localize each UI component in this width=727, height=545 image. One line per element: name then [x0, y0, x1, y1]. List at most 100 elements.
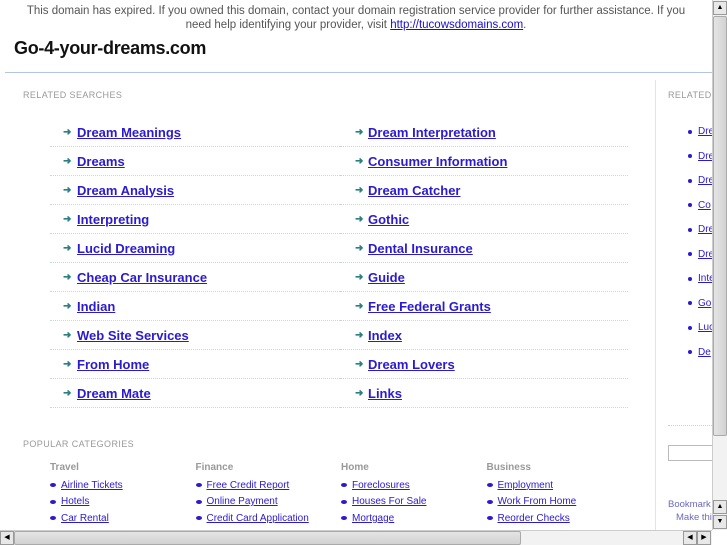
- related-search-item[interactable]: ➜ Links: [340, 379, 628, 408]
- related-search-item[interactable]: ➜ Dream Interpretation: [340, 118, 628, 147]
- related-search-item[interactable]: ➜ Lucid Dreaming: [50, 234, 340, 263]
- category-link[interactable]: Mortgage: [352, 513, 394, 524]
- category-link[interactable]: Free Credit Report: [207, 480, 290, 491]
- related-search-link[interactable]: Free Federal Grants: [368, 299, 491, 314]
- related-search-item[interactable]: ➜ Dream Lovers: [340, 350, 628, 379]
- related-search-link[interactable]: Web Site Services: [77, 328, 189, 343]
- side-related-link[interactable]: Luc: [698, 322, 712, 333]
- side-related-link[interactable]: Dre: [698, 249, 712, 260]
- tucows-link[interactable]: http://tucowsdomains.com: [390, 19, 523, 31]
- related-search-link[interactable]: Lucid Dreaming: [77, 241, 175, 256]
- side-related-link[interactable]: Dre: [698, 151, 712, 162]
- related-search-item[interactable]: ➜ From Home: [50, 350, 340, 379]
- related-search-item[interactable]: ➜ Dream Mate: [50, 379, 340, 408]
- category-item[interactable]: Airline Tickets: [50, 477, 190, 494]
- side-related-link[interactable]: Dre: [698, 224, 712, 235]
- side-related-item[interactable]: Luc: [688, 322, 712, 333]
- side-related-item[interactable]: Co: [688, 200, 712, 211]
- related-search-link[interactable]: Dream Mate: [77, 386, 151, 401]
- side-related-item[interactable]: Dre: [688, 249, 712, 260]
- category-item[interactable]: Mortgage: [341, 510, 481, 527]
- related-search-item[interactable]: ➜ Dream Catcher: [340, 176, 628, 205]
- related-search-link[interactable]: Links: [368, 386, 402, 401]
- related-search-link[interactable]: Consumer Information: [368, 154, 507, 169]
- related-search-item[interactable]: ➜ Index: [340, 321, 628, 350]
- category-link[interactable]: Car Rental: [61, 513, 109, 524]
- category-item[interactable]: Online Payment: [195, 494, 336, 511]
- related-search-item[interactable]: ➜ Web Site Services: [50, 321, 340, 350]
- related-search-link[interactable]: Dreams: [77, 154, 125, 169]
- category-item[interactable]: Employment: [486, 477, 627, 494]
- side-related-item[interactable]: Dre: [688, 151, 712, 162]
- category-item[interactable]: Reorder Checks: [486, 510, 627, 527]
- related-search-link[interactable]: Indian: [77, 299, 115, 314]
- side-related-link[interactable]: Dre: [698, 175, 712, 186]
- side-related-link[interactable]: De: [698, 347, 711, 358]
- related-search-link[interactable]: Dream Meanings: [77, 125, 181, 140]
- related-search-link[interactable]: Dental Insurance: [368, 241, 473, 256]
- category-link[interactable]: Airline Tickets: [61, 480, 123, 491]
- category-link[interactable]: Houses For Sale: [352, 496, 426, 507]
- bullet-icon: [486, 483, 493, 488]
- related-search-item[interactable]: ➜ Cheap Car Insurance: [50, 263, 340, 292]
- related-search-link[interactable]: Dream Catcher: [368, 183, 461, 198]
- related-search-link[interactable]: Dream Lovers: [368, 357, 455, 372]
- related-search-link[interactable]: Gothic: [368, 212, 409, 227]
- bookmark-link[interactable]: Bookmark: [668, 499, 712, 510]
- related-searches-label: RELATED SEARCHES: [23, 90, 123, 100]
- side-related-link[interactable]: Dre: [698, 126, 712, 137]
- related-search-item[interactable]: ➜ Guide: [340, 263, 628, 292]
- category-item[interactable]: Credit Card Application: [195, 510, 336, 527]
- related-search-item[interactable]: ➜ Dental Insurance: [340, 234, 628, 263]
- scroll-right-icon[interactable]: ▶: [697, 531, 711, 545]
- related-search-link[interactable]: Dream Interpretation: [368, 125, 496, 140]
- category-item[interactable]: Car Rental: [50, 510, 190, 527]
- related-search-item[interactable]: ➜ Indian: [50, 292, 340, 321]
- category-item[interactable]: Hotels: [50, 494, 190, 511]
- scroll-down-icon[interactable]: ▼: [713, 515, 727, 529]
- related-search-item[interactable]: ➜ Interpreting: [50, 205, 340, 234]
- side-search-input[interactable]: [668, 445, 718, 461]
- related-search-link[interactable]: From Home: [77, 357, 149, 372]
- scroll-left-icon[interactable]: ◀: [683, 531, 697, 545]
- horizontal-scroll-thumb[interactable]: [14, 531, 521, 545]
- scroll-left-icon[interactable]: ◀: [0, 531, 14, 545]
- side-related-item[interactable]: Dre: [688, 224, 712, 235]
- related-search-link[interactable]: Guide: [368, 270, 405, 285]
- category-column: Business Employment Work From Home Reorder …: [486, 462, 627, 527]
- category-link[interactable]: Credit Card Application: [207, 513, 309, 524]
- side-related-link[interactable]: Co: [698, 200, 711, 211]
- related-search-link[interactable]: Index: [368, 328, 402, 343]
- related-search-link[interactable]: Cheap Car Insurance: [77, 270, 207, 285]
- category-link[interactable]: Work From Home: [498, 496, 577, 507]
- side-related-item[interactable]: De: [688, 347, 712, 358]
- arrow-icon: ➜: [355, 155, 364, 167]
- side-related-link[interactable]: Go: [698, 298, 711, 309]
- related-search-link[interactable]: Interpreting: [77, 212, 149, 227]
- side-related-item[interactable]: Dre: [688, 175, 712, 186]
- category-link[interactable]: Foreclosures: [352, 480, 410, 491]
- related-search-item[interactable]: ➜ Free Federal Grants: [340, 292, 628, 321]
- category-link[interactable]: Reorder Checks: [498, 513, 570, 524]
- related-search-item[interactable]: ➜ Dream Analysis: [50, 176, 340, 205]
- side-related-item[interactable]: Dre: [688, 126, 712, 137]
- side-related-item[interactable]: Go: [688, 298, 712, 309]
- related-search-item[interactable]: ➜ Gothic: [340, 205, 628, 234]
- category-item[interactable]: Foreclosures: [341, 477, 481, 494]
- category-item[interactable]: Houses For Sale: [341, 494, 481, 511]
- category-link[interactable]: Online Payment: [207, 496, 278, 507]
- category-item[interactable]: Work From Home: [486, 494, 627, 511]
- vertical-scroll-thumb[interactable]: [713, 16, 727, 436]
- side-related-link[interactable]: Inte: [698, 273, 712, 284]
- make-homepage-link[interactable]: Make thi: [676, 512, 712, 523]
- scroll-up-icon[interactable]: ▲: [713, 1, 727, 15]
- category-item[interactable]: Free Credit Report: [195, 477, 336, 494]
- side-related-item[interactable]: Inte: [688, 273, 712, 284]
- category-link[interactable]: Employment: [498, 480, 554, 491]
- related-search-item[interactable]: ➜ Dreams: [50, 147, 340, 176]
- related-search-item[interactable]: ➜ Dream Meanings: [50, 118, 340, 147]
- scroll-up-icon[interactable]: ▲: [713, 500, 727, 514]
- category-link[interactable]: Hotels: [61, 496, 89, 507]
- related-search-item[interactable]: ➜ Consumer Information: [340, 147, 628, 176]
- related-search-link[interactable]: Dream Analysis: [77, 183, 174, 198]
